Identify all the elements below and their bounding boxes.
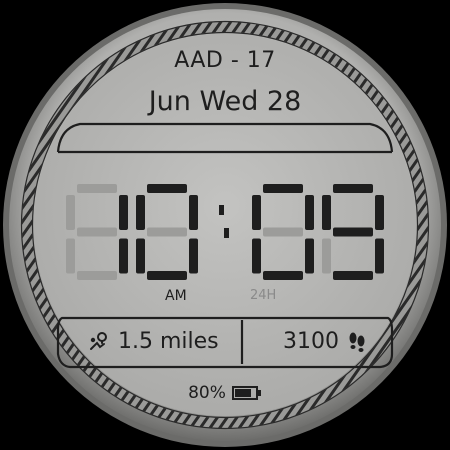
steps-complication[interactable]: 3100 bbox=[283, 329, 367, 354]
digit-4-segment-d bbox=[333, 271, 373, 280]
digit-2-segment-e bbox=[136, 238, 145, 274]
digit-2-segment-c bbox=[189, 238, 198, 274]
digit-2-segment-d bbox=[147, 271, 187, 280]
digit-4-segment-e bbox=[322, 238, 331, 274]
digit-3-segment-e bbox=[252, 238, 261, 274]
digit-3-segment-f bbox=[252, 195, 261, 230]
digit-2-segment-g bbox=[147, 227, 187, 237]
digit-4-segment-b bbox=[375, 195, 384, 230]
digit-1-segment-a bbox=[77, 184, 117, 193]
digit-1-segment-c bbox=[119, 238, 128, 274]
digit-2-segment-f bbox=[136, 195, 145, 230]
battery-complication[interactable]: 80% bbox=[0, 383, 450, 403]
digit-1-segment-b bbox=[119, 195, 128, 230]
digit-3-segment-b bbox=[305, 195, 314, 230]
battery-icon bbox=[231, 386, 261, 400]
route-icon bbox=[90, 331, 107, 350]
distance-complication[interactable]: 1.5 miles bbox=[88, 329, 219, 354]
digit-3-segment-a bbox=[263, 184, 303, 193]
format-24h-indicator: 24H bbox=[250, 288, 277, 303]
ampm-indicator: AM bbox=[165, 288, 187, 304]
distance-value: 1.5 miles bbox=[118, 329, 219, 354]
digit-4-segment-g bbox=[333, 227, 373, 237]
digit-1-segment-d bbox=[77, 271, 117, 280]
digit-1-segment-f bbox=[66, 195, 75, 230]
complication-top-label: AAD - 17 bbox=[174, 48, 276, 73]
digit-1-segment-e bbox=[66, 238, 75, 274]
battery-percent: 80% bbox=[188, 383, 226, 403]
digit-3-segment-c bbox=[305, 238, 314, 274]
digit-4-segment-c bbox=[375, 238, 384, 274]
digit-4-segment-a bbox=[333, 184, 373, 193]
digit-1-segment-g bbox=[77, 227, 117, 237]
date-label: Jun Wed 28 bbox=[148, 86, 302, 117]
digit-3-segment-d bbox=[263, 271, 303, 280]
digit-3-segment-g bbox=[263, 227, 303, 237]
digit-4-segment-f bbox=[322, 195, 331, 230]
steps-value: 3100 bbox=[283, 329, 339, 354]
digit-2-segment-b bbox=[189, 195, 198, 230]
footprints-icon bbox=[349, 332, 365, 352]
digit-2-segment-a bbox=[147, 184, 187, 193]
